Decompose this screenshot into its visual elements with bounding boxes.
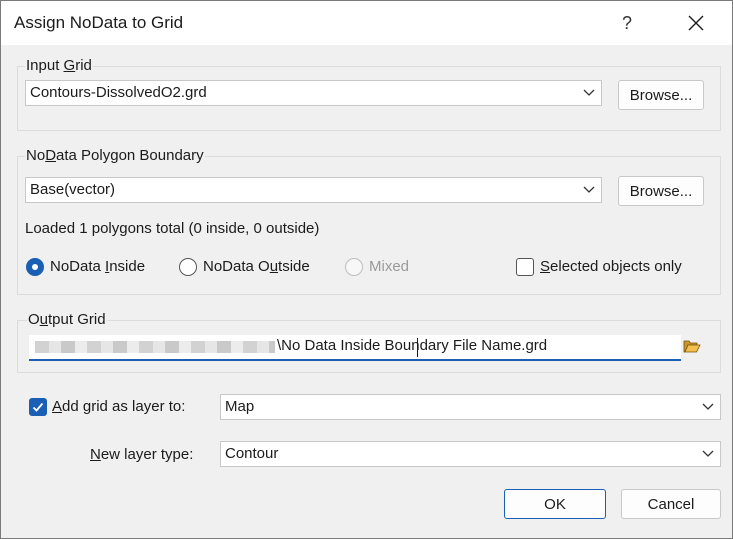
ok-button[interactable]: OK <box>504 489 606 519</box>
title-bar: Assign NoData to Grid ? <box>1 1 732 45</box>
boundary-browse-button[interactable]: Browse... <box>618 176 704 206</box>
boundary-status-text: Loaded 1 polygons total (0 inside, 0 out… <box>25 220 320 237</box>
close-icon <box>688 15 704 31</box>
new-layer-type-label: New layer type: <box>90 446 194 463</box>
nodata-outside-radio[interactable] <box>179 258 197 276</box>
chevron-down-icon <box>702 450 714 457</box>
add-layer-target-combobox[interactable]: Map <box>220 394 721 420</box>
boundary-value: Base(vector) <box>30 181 116 198</box>
output-grid-label: Output Grid <box>27 311 107 328</box>
dialog-window: Assign NoData to Grid ? Input Grid Conto… <box>0 0 733 539</box>
input-grid-combobox[interactable]: Contours-DissolvedO2.grd <box>25 80 602 106</box>
add-grid-as-layer-checkbox[interactable] <box>29 398 47 416</box>
add-layer-target-value: Map <box>225 398 255 415</box>
output-grid-folder-button[interactable] <box>683 338 703 356</box>
chevron-down-icon <box>583 89 595 96</box>
chevron-down-icon <box>702 403 714 410</box>
boundary-label: NoData Polygon Boundary <box>25 147 205 164</box>
help-button[interactable]: ? <box>611 7 643 39</box>
nodata-inside-label[interactable]: NoData Inside <box>50 258 145 275</box>
new-layer-type-value: Contour <box>225 445 279 462</box>
output-grid-path-text: \No Data Inside Boundary File Name.grd <box>277 337 548 354</box>
folder-open-icon <box>683 340 701 353</box>
text-caret <box>417 338 418 357</box>
close-button[interactable] <box>673 7 719 39</box>
input-grid-label: Input Grid <box>25 57 93 74</box>
selected-objects-only-label[interactable]: Selected objects only <box>540 258 682 275</box>
mixed-label: Mixed <box>369 258 410 275</box>
add-grid-as-layer-label[interactable]: Add grid as layer to: <box>52 398 185 415</box>
boundary-combobox[interactable]: Base(vector) <box>25 177 602 203</box>
input-grid-browse-button[interactable]: Browse... <box>618 80 704 110</box>
checkmark-icon <box>32 402 44 412</box>
nodata-inside-radio[interactable] <box>26 258 44 276</box>
output-grid-path-input[interactable]: \No Data Inside Boundary File Name.grd <box>29 335 681 361</box>
redacted-path <box>35 341 275 353</box>
window-title: Assign NoData to Grid <box>14 13 184 32</box>
cancel-button[interactable]: Cancel <box>621 489 721 519</box>
mixed-radio <box>345 258 363 276</box>
selected-objects-only-checkbox[interactable] <box>516 258 534 276</box>
nodata-outside-label[interactable]: NoData Outside <box>203 258 310 275</box>
new-layer-type-combobox[interactable]: Contour <box>220 441 721 467</box>
input-grid-value: Contours-DissolvedO2.grd <box>30 84 207 101</box>
chevron-down-icon <box>583 186 595 193</box>
